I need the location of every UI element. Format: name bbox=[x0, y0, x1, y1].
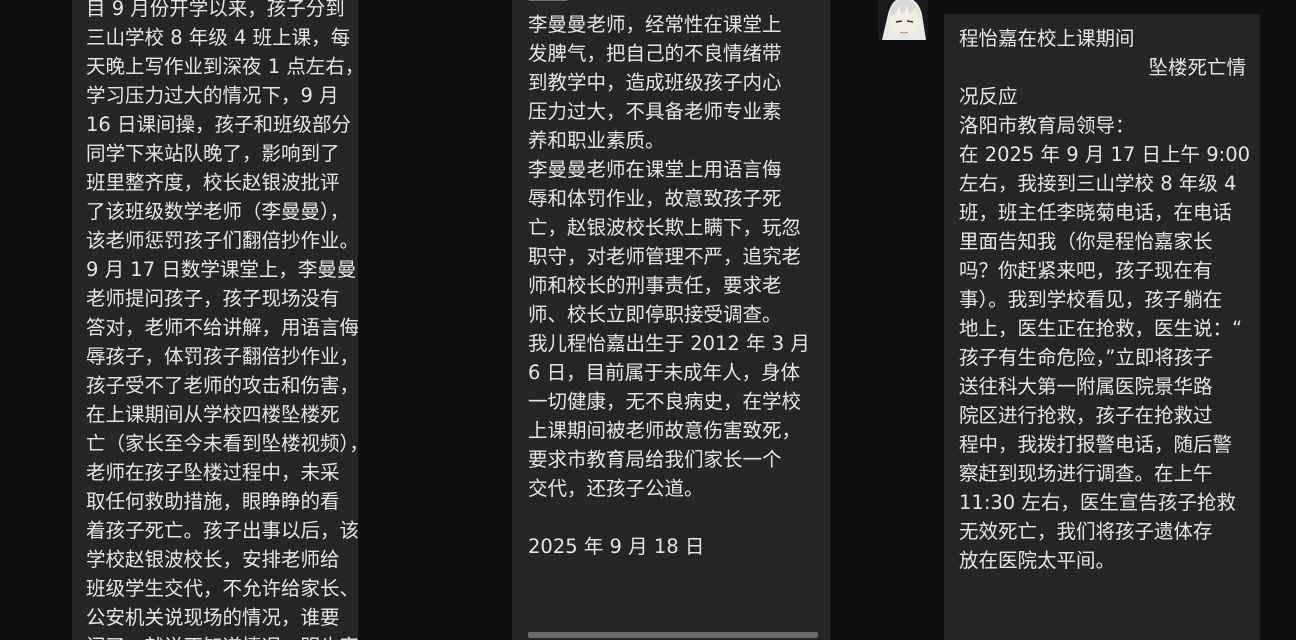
message-line: 事）。我到学校看见，孩子躺在 bbox=[959, 288, 1223, 311]
message-line: 9 月 17 日数学课堂上，李曼曼 bbox=[86, 258, 357, 281]
message-line: 6 日，目前属于未成年人，身体 bbox=[528, 361, 801, 384]
message-line: 到教学中，造成班级孩子内心 bbox=[528, 71, 782, 94]
message-bubble-right[interactable]: 程怡嘉在校上课期间 坠楼死亡情 况反应 洛阳市教育局领导： 在 2025 年 9 … bbox=[944, 14, 1260, 640]
message-line: 答对，老师不给讲解，用语言侮 bbox=[86, 316, 358, 339]
message-line: 目 9 月份开学以来，孩子分到 bbox=[86, 0, 345, 20]
next-message-bubble-cropped bbox=[512, 630, 830, 640]
message-bubble-left[interactable]: 目 9 月份开学以来，孩子分到 三山学校 8 年级 4 班上课，每 天晚上写作业到深… bbox=[72, 0, 358, 640]
message-line: 辱孩子，体罚孩子翻倍抄作业， bbox=[86, 345, 358, 368]
message-line: 学习压力过大的情况下，9 月 bbox=[86, 84, 339, 107]
message-line: 李曼曼老师，经常性在课堂上 bbox=[528, 13, 782, 36]
message-line: 程中，我拨打报警电话，随后警 bbox=[959, 433, 1233, 456]
message-line: 取任何救助措施，眼睁睁的看 bbox=[86, 490, 340, 513]
message-line: 在 2025 年 9 月 17 日上午 9:00 bbox=[959, 143, 1251, 166]
message-title-line: 程怡嘉在校上课期间 bbox=[959, 27, 1135, 50]
message-line: 察赶到现场进行调查。在上午 bbox=[959, 462, 1213, 485]
message-line bbox=[528, 503, 830, 532]
message-line: 同学下来站队晚了，影响到了 bbox=[86, 142, 340, 165]
message-line: 职守，对老师管理不严，追究老 bbox=[528, 245, 802, 268]
message-line: 该老师惩罚孩子们翻倍抄作业。 bbox=[86, 229, 358, 252]
message-line: 无效死亡，我们将孩子遗体存 bbox=[959, 520, 1213, 543]
message-line: 要求市教育局给我们家长一个 bbox=[528, 448, 782, 471]
message-line: 我儿程怡嘉出生于 2012 年 3 月 bbox=[528, 332, 810, 355]
message-line: 压力过大，不具备老师专业素 bbox=[528, 100, 782, 123]
message-line: 问了，就说不知道情况，明也家 bbox=[86, 632, 358, 640]
message-line: 亡（家长至今未看到坠楼视频）， bbox=[86, 432, 358, 455]
message-line: 里面告知我（你是程怡嘉家长 bbox=[959, 230, 1213, 253]
message-line: 辱和体罚作业，故意致孩子死 bbox=[528, 187, 782, 210]
message-line: 孩子有生命危险，”立即将孩子 bbox=[959, 346, 1213, 369]
message-line: 在上课期间从学校四楼坠楼死 bbox=[86, 403, 340, 426]
chat-screenshot: 目 9 月份开学以来，孩子分到 三山学校 8 年级 4 班上课，每 天晚上写作业到深… bbox=[0, 0, 1296, 640]
message-title-line: 况反应 bbox=[959, 85, 1018, 108]
message-line: 公安机关说现场的情况，谁要 bbox=[86, 606, 340, 629]
message-line: 送往科大第一附属医院景华路 bbox=[959, 375, 1213, 398]
message-line: 孩子受不了老师的攻击和伤害， bbox=[86, 374, 358, 397]
message-line: 三山学校 8 年级 4 班上课，每 bbox=[86, 26, 351, 49]
message-bubble-middle[interactable]: 李曼曼老师，经常性在课堂上 发脾气，把自己的不良情绪带 到教学中，造成班级孩子内心压… bbox=[512, 0, 830, 630]
message-line: 洛阳市教育局领导： bbox=[959, 114, 1135, 137]
message-line: 班，班主任李晓菊电话，在电话 bbox=[959, 201, 1233, 224]
message-line: 放在医院太平间。 bbox=[959, 549, 1116, 572]
message-line: 11:30 左右，医生宣告孩子抢救 bbox=[959, 491, 1236, 514]
message-line: 李曼曼老师在课堂上用语言侮 bbox=[528, 158, 782, 181]
message-line: 交代，还孩子公道。 bbox=[528, 477, 704, 500]
message-line: 发脾气，把自己的不良情绪带 bbox=[528, 42, 782, 65]
message-line: 天晚上写作业到深夜 1 点左右， bbox=[86, 55, 358, 78]
message-line: 亡，赵银波校长欺上瞒下，玩忽 bbox=[528, 216, 802, 239]
cropped-sender-label bbox=[528, 0, 830, 10]
message-line: 吗？你赶紧来吧，孩子现在有 bbox=[959, 259, 1213, 282]
message-text: 洛阳市教育局领导： 在 2025 年 9 月 17 日上午 9:00 左右，我接到三… bbox=[959, 111, 1251, 575]
sender-name-cropped bbox=[944, 0, 984, 6]
message-line: 师、校长立即停职接受调查。 bbox=[528, 303, 782, 326]
message-line: 老师在孩子坠楼过程中，未采 bbox=[86, 461, 340, 484]
message-line: 左右，我接到三山学校 8 年级 4 bbox=[959, 172, 1237, 195]
message-line: 班里整齐度，校长赵银波批评 bbox=[86, 171, 340, 194]
message-line: 学校赵银波校长，安排老师给 bbox=[86, 548, 340, 571]
message-line: 上课期间被老师故意伤害致死， bbox=[528, 419, 802, 442]
message-text: 目 9 月份开学以来，孩子分到 三山学校 8 年级 4 班上课，每 天晚上写作业到深… bbox=[86, 0, 358, 640]
message-title-line: 坠楼死亡情 bbox=[1148, 56, 1246, 79]
message-text: 李曼曼老师，经常性在课堂上 发脾气，把自己的不良情绪带 到教学中，造成班级孩子内心压… bbox=[528, 10, 830, 561]
message-line: 地上，医生正在抢救，医生说：“ bbox=[959, 317, 1243, 340]
message-line: 院区进行抢救，孩子在抢救过 bbox=[959, 404, 1213, 427]
message-line: 一切健康，无不良病史，在学校 bbox=[528, 390, 802, 413]
avatar[interactable] bbox=[878, 0, 928, 40]
message-line: 养和职业素质。 bbox=[528, 129, 665, 152]
message-line: 老师提问孩子，孩子现场没有 bbox=[86, 287, 340, 310]
message-line: 着孩子死亡。孩子出事以后，该 bbox=[86, 519, 358, 542]
message-line: 师和校长的刑事责任，要求老 bbox=[528, 274, 782, 297]
message-line: 了该班级数学老师（李曼曼）， bbox=[86, 200, 350, 223]
message-line: 2025 年 9 月 18 日 bbox=[528, 535, 705, 558]
message-line: 班级学生交代，不允许给家长、 bbox=[86, 577, 358, 600]
message-line: 16 日课间操，孩子和班级部分 bbox=[86, 113, 352, 136]
